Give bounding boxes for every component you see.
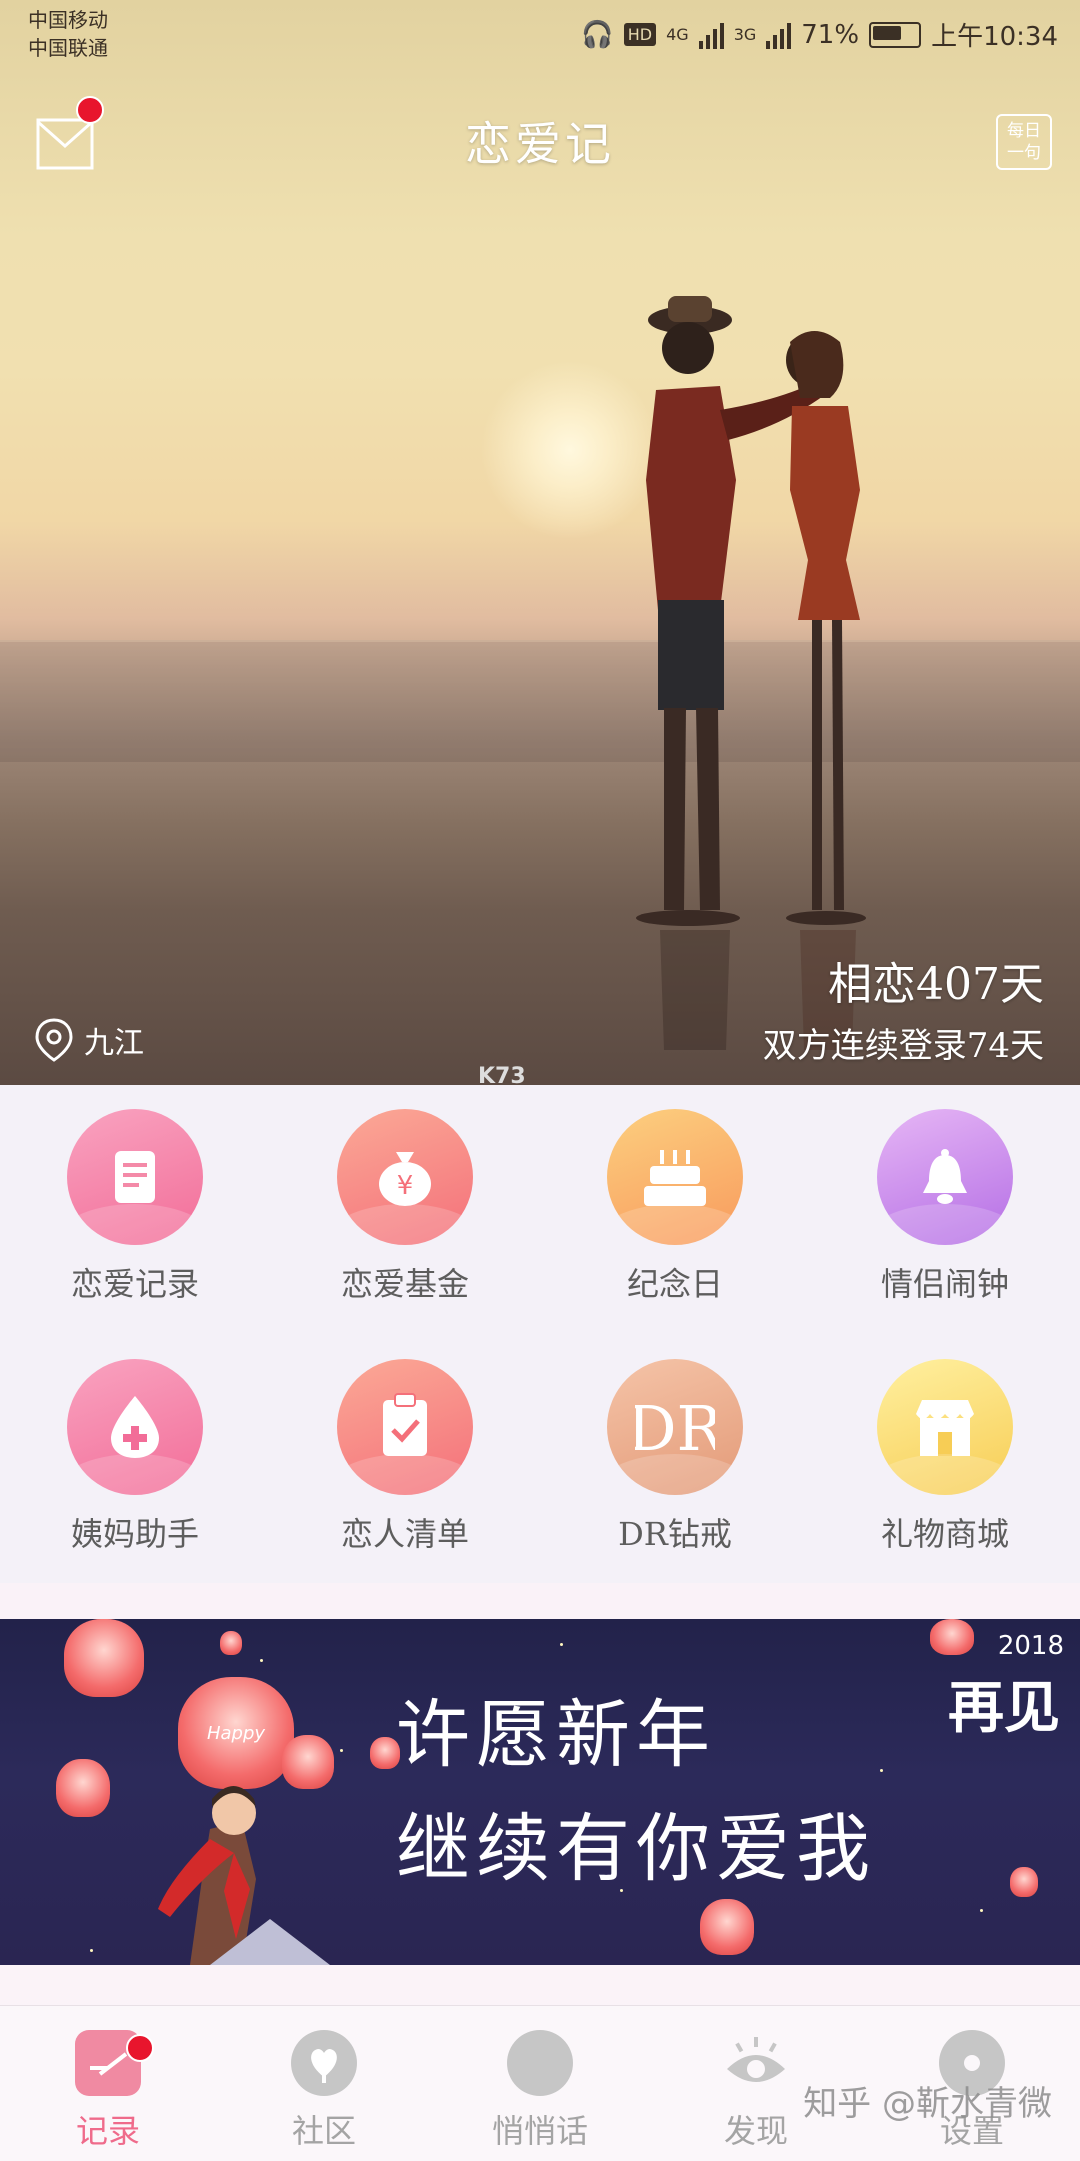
tab-badge	[126, 2034, 154, 2062]
feature-label: 恋爱基金	[340, 1265, 469, 1303]
eye-icon	[723, 2030, 789, 2096]
tab-label: 社区	[291, 2112, 356, 2150]
feature-dr-ring[interactable]: DR DR钻戒	[540, 1335, 810, 1583]
bell-icon	[877, 1109, 1013, 1245]
lantern	[1010, 1867, 1038, 1897]
drop-icon	[67, 1359, 203, 1495]
daily-quote-button[interactable]: 每日一句	[996, 114, 1052, 170]
feature-label: 恋爱记录	[70, 1265, 199, 1303]
login-streak: 双方连续登录74天	[762, 1026, 1044, 1066]
tab-label: 悄悄话	[491, 2112, 588, 2150]
lantern	[700, 1899, 754, 1955]
lantern	[930, 1619, 974, 1655]
days-together: 相恋407天	[828, 959, 1044, 1010]
lantern	[64, 1619, 144, 1697]
location-pin-icon	[35, 1018, 73, 1062]
tab-label: 记录	[75, 2112, 140, 2150]
feature-period-helper[interactable]: 姨妈助手	[0, 1335, 270, 1583]
tab-record[interactable]: 记录	[0, 2006, 216, 2161]
feature-label: 情侣闹钟	[880, 1265, 1009, 1303]
feature-love-record[interactable]: 恋爱记录	[0, 1085, 270, 1335]
lantern	[220, 1631, 242, 1655]
zhihu-watermark: 知乎 @靳水青微	[803, 2084, 1052, 2124]
banner-corner-text: 再见	[948, 1675, 1060, 1741]
shop-icon	[877, 1359, 1013, 1495]
cake-icon	[607, 1109, 743, 1245]
tab-community[interactable]: 社区	[216, 2006, 432, 2161]
status-icons: 🎧 HD 4G 3G 71% 上午10:34	[581, 16, 1058, 53]
banner-headline-2: 继续有你爱我	[396, 1806, 876, 1892]
network-4g: 4G	[666, 25, 689, 44]
daily-quote-label: 每日一句	[1007, 121, 1041, 163]
chat-bubble-icon	[507, 2030, 573, 2096]
lantern-text: Happy	[206, 1722, 266, 1744]
lantern	[56, 1759, 110, 1817]
feature-label: 纪念日	[626, 1265, 723, 1303]
couple-silhouette	[636, 296, 866, 1050]
banner-headline-1: 许愿新年	[396, 1692, 716, 1778]
feature-love-fund[interactable]: ¥ 恋爱基金	[270, 1085, 540, 1335]
feature-label: DR钻戒	[618, 1515, 732, 1553]
carrier-info: 中国移动 中国联通	[28, 6, 108, 62]
signal-icon-2	[766, 21, 792, 49]
battery-percent: 71%	[801, 19, 860, 50]
svg-text:DR: DR	[635, 1392, 715, 1462]
sea-horizon	[0, 640, 1080, 762]
carrier-1: 中国移动	[28, 8, 108, 32]
clipboard-icon	[337, 1359, 473, 1495]
feature-couple-alarm[interactable]: 情侣闹钟	[810, 1085, 1080, 1335]
feature-anniversary[interactable]: 纪念日	[540, 1085, 810, 1335]
section-divider	[0, 1583, 1080, 1619]
feature-label: 礼物商城	[880, 1515, 1009, 1553]
location[interactable]: 九江	[34, 1018, 144, 1062]
promo-banner[interactable]: Happy 许愿新年 继续有你爱我 2018 再见	[0, 1619, 1080, 1965]
notes-icon	[67, 1109, 203, 1245]
status-bar: 中国移动 中国联通 🎧 HD 4G 3G 71% 上午10:34	[0, 0, 1080, 70]
banner-year: 2018	[997, 1631, 1064, 1661]
feature-lover-list[interactable]: 恋人清单	[270, 1335, 540, 1583]
headphones-icon: 🎧	[581, 19, 614, 50]
network-3g: 3G	[733, 25, 757, 44]
money-bag-icon: ¥	[337, 1109, 473, 1245]
hd-badge: HD	[623, 23, 657, 46]
app-title: 恋爱记	[465, 117, 615, 171]
feature-grid: 恋爱记录 ¥ 恋爱基金 纪念日 情侣闹钟 姨妈助手 恋人清单 DR DR钻戒 礼…	[0, 1085, 1080, 1583]
feature-label: 姨妈助手	[70, 1515, 199, 1553]
tab-label: 发现	[723, 2112, 788, 2150]
section-spacer	[0, 1965, 1080, 2005]
dr-logo-icon: DR	[607, 1359, 743, 1495]
tab-whisper[interactable]: 悄悄话	[432, 2006, 648, 2161]
girl-illustration	[158, 1786, 330, 1965]
feature-label: 恋人清单	[340, 1515, 469, 1553]
signal-icon	[698, 21, 724, 49]
battery-icon	[869, 21, 922, 48]
location-name: 九江	[84, 1026, 144, 1061]
heart-leaf-icon	[291, 2030, 357, 2096]
feature-gift-mall[interactable]: 礼物商城	[810, 1335, 1080, 1583]
svg-text:¥: ¥	[397, 1171, 414, 1201]
clock: 上午10:34	[931, 22, 1058, 52]
carrier-2: 中国联通	[28, 36, 108, 60]
